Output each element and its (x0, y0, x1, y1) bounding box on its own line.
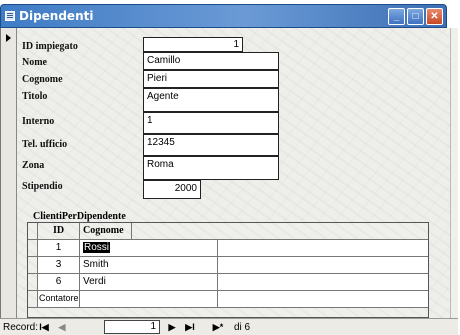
header-selector (28, 223, 38, 240)
label-interno: Interno (22, 116, 55, 127)
field-cognome[interactable]: Pieri (143, 70, 279, 88)
new-record-row[interactable]: Contatore (28, 291, 428, 308)
label-cognome: Cognome (22, 74, 63, 85)
row-selector[interactable] (28, 291, 38, 308)
subform-clienti: ID Cognome 1 Rossi 3 Smith 6 Verdi Conta… (27, 222, 429, 318)
close-button[interactable]: ✕ (426, 8, 443, 25)
vertical-scrollbar[interactable] (450, 28, 458, 318)
title-bar[interactable]: Dipendenti _ □ ✕ (0, 4, 447, 28)
form-body: ID impiegato 1 Nome Camillo Cognome Pier… (0, 28, 458, 318)
form-icon (5, 11, 15, 21)
previous-record-button[interactable]: ◀ (56, 321, 68, 333)
field-stipendio[interactable]: 2000 (143, 180, 201, 199)
table-row[interactable]: 6 Verdi (28, 274, 428, 291)
cell-id[interactable]: 6 (38, 274, 80, 291)
header-cognome[interactable]: Cognome (80, 223, 132, 240)
header-id[interactable]: ID (38, 223, 80, 240)
label-stipendio: Stipendio (22, 181, 63, 192)
label-titolo: Titolo (22, 91, 48, 102)
last-record-button[interactable]: ▶I (182, 321, 198, 333)
cell-id[interactable]: 1 (38, 240, 80, 257)
cell-cognome-new[interactable] (80, 291, 218, 308)
field-tel-ufficio[interactable]: 12345 (143, 134, 279, 156)
next-record-button[interactable]: ▶ (166, 321, 178, 333)
subform-title: ClientiPerDipendente (33, 211, 126, 222)
label-nome: Nome (22, 57, 47, 68)
field-titolo[interactable]: Agente (143, 88, 279, 112)
row-selector[interactable] (28, 240, 38, 257)
table-row[interactable]: 1 Rossi (28, 240, 428, 257)
cell-cognome[interactable]: Smith (80, 257, 218, 274)
cell-contatore[interactable]: Contatore (38, 291, 80, 308)
label-tel-ufficio: Tel. ufficio (22, 139, 68, 150)
dipendenti-window: Dipendenti _ □ ✕ ID impiegato 1 Nome Cam… (0, 0, 458, 335)
cell-id[interactable]: 3 (38, 257, 80, 274)
field-nome[interactable]: Camillo (143, 52, 279, 70)
row-selector[interactable] (28, 274, 38, 291)
first-record-button[interactable]: I◀ (38, 321, 50, 333)
record-number-input[interactable]: 1 (104, 320, 160, 334)
table-row[interactable]: 3 Smith (28, 257, 428, 274)
field-id-impiegato[interactable]: 1 (143, 37, 243, 52)
current-record-arrow-icon (6, 34, 11, 42)
record-selector[interactable] (1, 28, 17, 318)
record-navigation-bar: Record: I◀ ◀ 1 ▶ ▶I ▶* di 6 (0, 318, 458, 335)
record-label: Record: (3, 322, 39, 333)
field-interno[interactable]: 1 (143, 112, 279, 134)
label-id-impiegato: ID impiegato (22, 41, 78, 52)
field-zona[interactable]: Roma (143, 156, 279, 180)
label-zona: Zona (22, 160, 45, 171)
maximize-button[interactable]: □ (407, 8, 424, 25)
cell-cognome[interactable]: Verdi (80, 274, 218, 291)
selected-cognome-text: Rossi (83, 242, 111, 253)
new-record-button[interactable]: ▶* (208, 321, 228, 333)
row-selector[interactable] (28, 257, 38, 274)
minimize-button[interactable]: _ (388, 8, 405, 25)
record-count: di 6 (234, 322, 251, 333)
cell-cognome[interactable]: Rossi (80, 240, 218, 257)
subform-header-row: ID Cognome (28, 223, 428, 240)
window-title: Dipendenti (19, 9, 94, 23)
